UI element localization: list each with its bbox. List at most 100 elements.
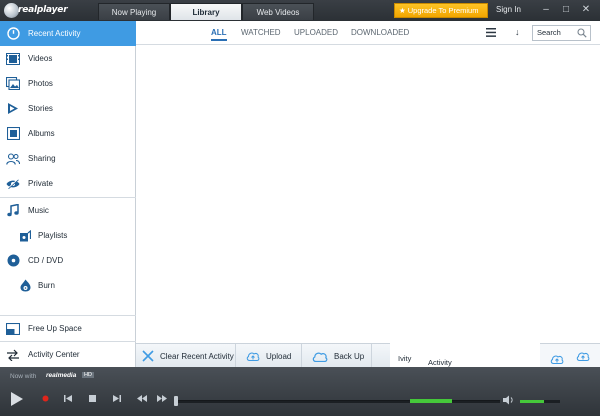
sidebar-item-label: Albums bbox=[28, 129, 55, 138]
now-with-label: Now with bbox=[10, 373, 37, 380]
player-bar: Now with realmedia HD bbox=[0, 367, 600, 416]
sidebar-item-albums[interactable]: Albums bbox=[0, 121, 136, 146]
film-icon bbox=[6, 52, 20, 66]
rewind-icon bbox=[137, 395, 147, 402]
stories-icon bbox=[6, 102, 20, 116]
maximize-icon[interactable]: □ bbox=[556, 2, 576, 17]
seek-highlight bbox=[410, 399, 452, 403]
sidebar-item-label: Videos bbox=[28, 54, 53, 63]
sign-in-link[interactable]: Sign In bbox=[496, 5, 521, 14]
sidebar: Recent Activity Videos Photos Stories Al… bbox=[0, 21, 136, 367]
activity-arrows-icon bbox=[6, 348, 20, 362]
albums-icon bbox=[6, 127, 20, 141]
minimize-icon[interactable]: – bbox=[536, 2, 556, 17]
sidebar-item-private[interactable]: Private bbox=[0, 171, 136, 196]
sidebar-item-label: Playlists bbox=[38, 231, 68, 240]
playlist-icon bbox=[18, 229, 32, 243]
search-icon bbox=[577, 28, 587, 38]
sidebar-item-stories[interactable]: Stories bbox=[0, 96, 136, 121]
main-tabs: Now Playing Library Web Videos bbox=[98, 3, 314, 21]
burn-icon bbox=[18, 279, 32, 293]
overlay-label: Ivity bbox=[398, 354, 412, 363]
free-space-icon bbox=[6, 322, 20, 336]
sidebar-item-playlists[interactable]: Playlists bbox=[0, 223, 136, 248]
realmedia-logo: realmedia bbox=[46, 372, 77, 379]
star-icon: ★ bbox=[399, 6, 406, 15]
sidebar-item-label: Music bbox=[28, 206, 49, 215]
upgrade-label: Upgrade To Premium bbox=[407, 6, 479, 15]
tab-library[interactable]: Library bbox=[170, 3, 242, 20]
logo-icon bbox=[4, 3, 19, 18]
window-controls: – □ ✕ bbox=[536, 2, 596, 17]
clear-icon bbox=[142, 350, 154, 362]
filter-all[interactable]: ALL bbox=[211, 28, 227, 41]
sidebar-item-music[interactable]: Music bbox=[0, 198, 136, 223]
sidebar-item-label: Private bbox=[28, 179, 53, 188]
close-icon[interactable]: ✕ bbox=[576, 2, 596, 17]
sidebar-item-label: Sharing bbox=[28, 154, 56, 163]
play-icon bbox=[11, 392, 23, 406]
backup-button[interactable]: Back Up bbox=[302, 344, 372, 368]
disc-icon bbox=[6, 254, 20, 268]
clear-recent-activity-button[interactable]: Clear Recent Activity bbox=[136, 344, 236, 368]
volume-icon[interactable] bbox=[503, 395, 515, 407]
sidebar-item-free-up-space[interactable]: Free Up Space bbox=[0, 316, 136, 341]
hd-badge: HD bbox=[82, 372, 94, 378]
main-content: ALL WATCHED UPLOADED DOWNLOADED ↓ Search bbox=[136, 21, 600, 343]
sidebar-item-label: Stories bbox=[28, 104, 53, 113]
filter-watched[interactable]: WATCHED bbox=[241, 28, 281, 37]
realplayer-logo[interactable]: realplayer bbox=[4, 3, 68, 18]
sort-down-icon[interactable]: ↓ bbox=[515, 27, 520, 37]
cloud-icon bbox=[312, 351, 328, 362]
previous-button[interactable] bbox=[64, 395, 72, 402]
sidebar-item-label: Free Up Space bbox=[28, 324, 82, 333]
rewind-button[interactable] bbox=[137, 395, 147, 402]
fast-forward-icon bbox=[157, 395, 167, 402]
search-placeholder: Search bbox=[537, 28, 561, 37]
filter-bar: ALL WATCHED UPLOADED DOWNLOADED ↓ Search bbox=[136, 21, 600, 45]
backup-label: Back Up bbox=[334, 351, 365, 361]
sidebar-item-activity-center[interactable]: Activity Center bbox=[0, 342, 136, 367]
clock-icon bbox=[6, 27, 20, 41]
sidebar-item-videos[interactable]: Videos bbox=[0, 46, 136, 71]
volume-fill bbox=[520, 400, 544, 403]
upgrade-button[interactable]: ★ Upgrade To Premium bbox=[394, 3, 488, 18]
next-button[interactable] bbox=[113, 395, 121, 402]
record-button[interactable] bbox=[42, 395, 49, 402]
sidebar-item-cd-dvd[interactable]: CD / DVD bbox=[0, 248, 136, 273]
sidebar-item-photos[interactable]: Photos bbox=[0, 71, 136, 96]
clear-label: Clear Recent Activity bbox=[160, 351, 234, 361]
cloud-upload-icon bbox=[246, 351, 260, 361]
tab-web-videos[interactable]: Web Videos bbox=[242, 3, 314, 20]
seek-handle[interactable] bbox=[174, 396, 178, 406]
next-icon bbox=[113, 395, 121, 402]
sidebar-item-burn[interactable]: Burn bbox=[0, 273, 136, 298]
cloud-upload-icon[interactable] bbox=[576, 351, 590, 361]
stop-button[interactable] bbox=[89, 395, 96, 402]
cloud-upload-icon[interactable] bbox=[550, 354, 564, 364]
sidebar-item-recent-activity[interactable]: Recent Activity bbox=[0, 21, 136, 46]
tab-now-playing[interactable]: Now Playing bbox=[98, 3, 170, 20]
upload-button[interactable]: Upload bbox=[236, 344, 302, 368]
people-icon bbox=[6, 152, 20, 166]
sidebar-item-label: CD / DVD bbox=[28, 256, 64, 265]
filter-downloaded[interactable]: DOWNLOADED bbox=[351, 28, 409, 37]
sidebar-item-label: Burn bbox=[38, 281, 55, 290]
photos-icon bbox=[6, 77, 20, 91]
sidebar-item-label: Activity Center bbox=[28, 350, 80, 359]
logo-text: realplayer bbox=[18, 5, 68, 15]
eye-off-icon bbox=[6, 177, 20, 191]
music-note-icon bbox=[6, 204, 20, 218]
record-icon bbox=[42, 395, 49, 402]
fast-forward-button[interactable] bbox=[157, 395, 167, 402]
search-input[interactable]: Search bbox=[532, 25, 591, 41]
overlay-label: Activity bbox=[428, 358, 452, 367]
previous-icon bbox=[64, 395, 72, 402]
sidebar-item-sharing[interactable]: Sharing bbox=[0, 146, 136, 171]
stop-icon bbox=[89, 395, 96, 402]
upload-label: Upload bbox=[266, 351, 292, 361]
play-button[interactable] bbox=[10, 391, 24, 407]
title-bar: realplayer Now Playing Library Web Video… bbox=[0, 0, 600, 21]
list-menu-icon[interactable] bbox=[486, 28, 496, 37]
filter-uploaded[interactable]: UPLOADED bbox=[294, 28, 338, 37]
